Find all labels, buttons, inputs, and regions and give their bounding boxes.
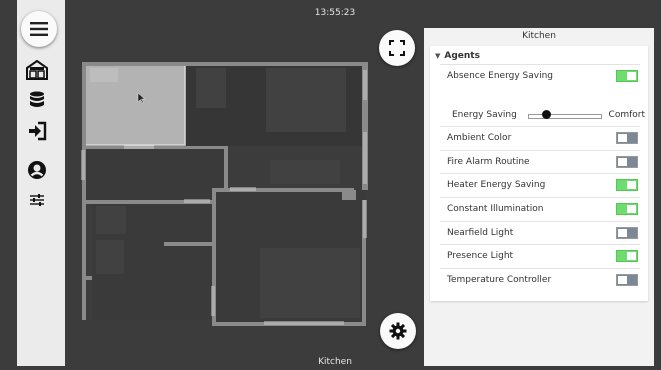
- agent-toggle[interactable]: [616, 179, 638, 191]
- agent-toggle[interactable]: [616, 70, 638, 82]
- agent-toggle[interactable]: [616, 227, 638, 239]
- agent-label: Ambient Color: [447, 133, 512, 143]
- floor-plan: [80, 60, 370, 330]
- agent-row[interactable]: Nearfield Light: [440, 221, 640, 244]
- sidebar-item-home[interactable]: [25, 58, 49, 82]
- sidebar-item-login[interactable]: [25, 119, 49, 143]
- settings-button[interactable]: [380, 313, 416, 349]
- database-icon: [30, 91, 44, 107]
- gear-icon: [389, 322, 407, 340]
- home-icon: [26, 59, 48, 80]
- agent-label: Presence Light: [447, 251, 514, 261]
- sidebar-item-user[interactable]: [25, 158, 49, 182]
- agent-label: Nearfield Light: [447, 228, 514, 238]
- panel-title: Kitchen: [522, 31, 556, 41]
- agent-row[interactable]: Absence Energy Saving: [440, 64, 640, 87]
- agent-label: Temperature Controller: [447, 275, 552, 285]
- slider-right-label: Comfort: [608, 110, 645, 120]
- sliders-icon: [30, 194, 44, 206]
- agent-row[interactable]: Presence Light: [440, 244, 640, 267]
- agent-toggle[interactable]: [616, 250, 638, 262]
- collapse-triangle-icon: ▼: [435, 52, 441, 60]
- slider-left-label: Energy Saving: [452, 110, 517, 120]
- agent-row[interactable]: Fire Alarm Routine: [440, 150, 640, 173]
- user-icon: [28, 161, 46, 179]
- clock: 13:55:23: [314, 8, 356, 18]
- agent-toggle[interactable]: [616, 274, 638, 286]
- agent-toggle[interactable]: [616, 156, 638, 168]
- sidebar-item-database[interactable]: [25, 88, 49, 112]
- agents-section-header[interactable]: ▼ Agents: [435, 51, 480, 61]
- hamburger-icon: [30, 22, 48, 36]
- app-window: 13:55:23 Kitchen Kitchen ▼ Agents Absenc…: [0, 0, 661, 370]
- agent-row[interactable]: Constant Illumination: [440, 197, 640, 220]
- agent-row[interactable]: Heater Energy Saving: [440, 173, 640, 196]
- sidebar-item-settings[interactable]: [25, 188, 49, 212]
- agents-card: ▼ Agents Absence Energy Saving Energy Sav…: [430, 46, 648, 301]
- agent-toggle[interactable]: [616, 203, 638, 215]
- comfort-slider-row: Energy Saving Comfort: [440, 104, 645, 126]
- agent-label: Constant Illumination: [447, 204, 544, 214]
- room-panel: Kitchen ▼ Agents Absence Energy Saving En…: [424, 28, 654, 366]
- sidebar: [17, 0, 65, 366]
- fullscreen-button[interactable]: [379, 30, 415, 66]
- current-room-label: Kitchen: [318, 357, 352, 367]
- fullscreen-icon: [389, 40, 405, 56]
- login-icon: [29, 121, 47, 141]
- comfort-slider-handle[interactable]: [541, 110, 551, 119]
- agent-label: Absence Energy Saving: [447, 71, 553, 81]
- agents-section-title: Agents: [444, 51, 480, 61]
- agent-label: Fire Alarm Routine: [447, 157, 530, 167]
- comfort-slider-track[interactable]: [528, 114, 602, 119]
- agent-toggle[interactable]: [616, 132, 638, 144]
- menu-button[interactable]: [21, 11, 57, 47]
- agent-row[interactable]: Temperature Controller: [440, 268, 640, 291]
- agent-row[interactable]: Ambient Color: [440, 126, 640, 149]
- agent-label: Heater Energy Saving: [447, 180, 546, 190]
